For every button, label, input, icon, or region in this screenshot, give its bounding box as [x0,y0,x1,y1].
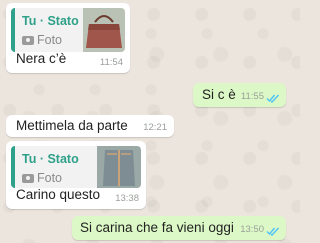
quote-media-text: Foto [37,171,63,185]
double-check-icon [266,227,280,236]
message-text: Carino questo [16,187,101,202]
camera-icon [22,174,34,183]
quote-media-label: Foto [22,33,62,47]
quoted-status[interactable]: Tu · Stato Foto [11,146,141,188]
quote-accent-bar [11,146,15,188]
message-text: Mettimela da parte [16,118,128,133]
status-thumbnail-bag [83,8,125,52]
message-text: Si c è [202,87,236,102]
quote-author: Tu · Stato [22,14,79,28]
message-time: 11:54 [99,57,123,68]
message-bubble-incoming[interactable]: Mettimela da parte 12:21 [6,115,174,137]
message-text: Nera c’è [16,51,67,66]
message-bubble-outgoing[interactable]: Si c è 11:55 [193,83,286,107]
quote-author: Tu · Stato [22,152,79,166]
message-text: Si carina che fa vieni oggi [80,220,234,235]
message-time: 11:55 [240,91,264,102]
status-thumbnail-bag [97,146,141,188]
quoted-status[interactable]: Tu · Stato Foto [11,8,125,52]
quote-accent-bar [11,8,15,52]
message-time: 12:21 [143,122,167,133]
message-time: 13:50 [240,224,264,235]
message-bubble-incoming[interactable]: Tu · Stato Foto Carino questo 13:38 [6,141,146,209]
double-check-icon [266,94,280,103]
message-time: 13:38 [115,193,139,204]
quote-media-label: Foto [22,171,62,185]
message-bubble-incoming[interactable]: Tu · Stato Foto Nera c’è 11:54 [6,3,130,73]
quote-media-text: Foto [37,33,63,47]
message-bubble-outgoing[interactable]: Si carina che fa vieni oggi 13:50 [72,216,286,240]
camera-icon [22,36,34,45]
